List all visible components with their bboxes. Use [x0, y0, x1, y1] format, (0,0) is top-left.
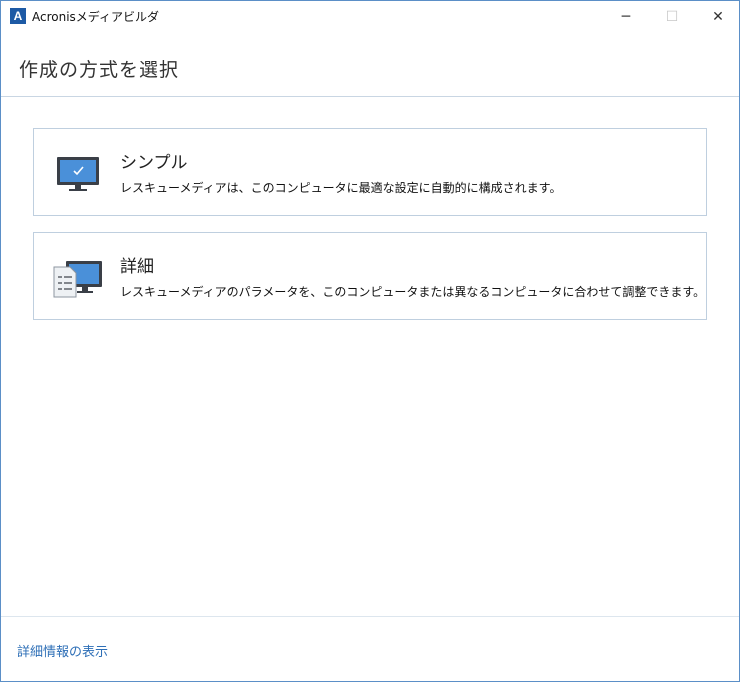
page-header: 作成の方式を選択 [1, 32, 739, 97]
option-advanced-title: 詳細 [120, 257, 154, 277]
maximize-button[interactable]: ☐ [649, 1, 695, 32]
option-simple-description: レスキューメディアは、このコンピュータに最適な設定に自動的に構成されます。 [120, 181, 562, 195]
show-details-link[interactable]: 詳細情報の表示 [17, 641, 108, 660]
footer: 詳細情報の表示 [1, 616, 739, 682]
acronis-logo-icon: A [10, 8, 26, 24]
monitor-check-icon [57, 157, 99, 191]
minimize-button[interactable]: ─ [603, 1, 649, 32]
title-bar[interactable]: A Acronisメディアビルダ ─ ☐ ✕ [1, 1, 739, 32]
window-title: Acronisメディアビルダ [32, 10, 159, 24]
page-title: 作成の方式を選択 [19, 59, 180, 81]
option-simple-title: シンプル [120, 153, 188, 173]
app-window: A Acronisメディアビルダ ─ ☐ ✕ 作成の方式を選択 シンプル レスキ… [0, 0, 740, 682]
close-button[interactable]: ✕ [695, 1, 740, 32]
option-advanced-description: レスキューメディアのパラメータを、このコンピュータまたは異なるコンピュータに合わ… [120, 285, 706, 299]
option-simple[interactable]: シンプル レスキューメディアは、このコンピュータに最適な設定に自動的に構成されま… [33, 128, 707, 216]
option-advanced[interactable]: 詳細 レスキューメディアのパラメータを、このコンピュータまたは異なるコンピュータ… [33, 232, 707, 320]
document-monitor-icon [53, 261, 102, 298]
